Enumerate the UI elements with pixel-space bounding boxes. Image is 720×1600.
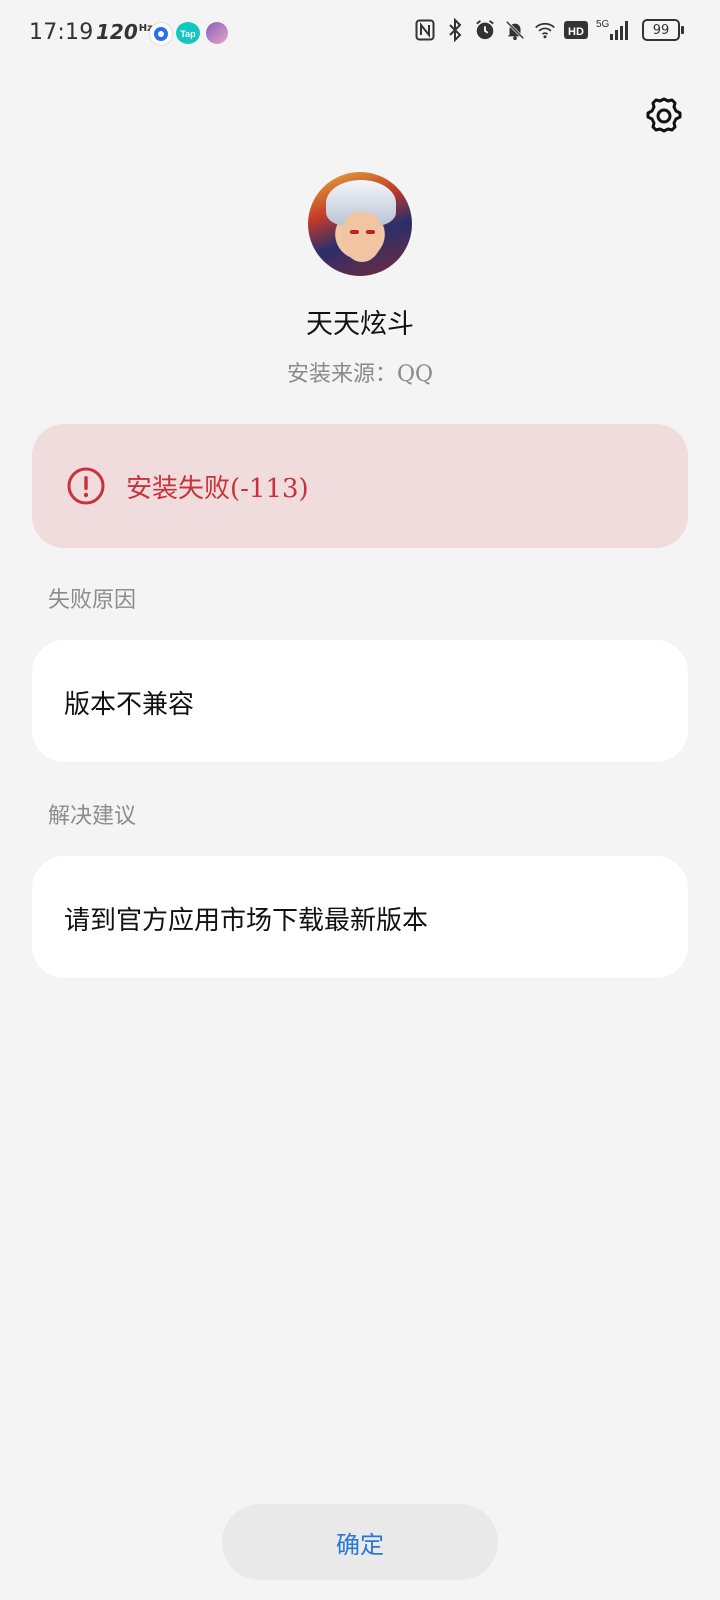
gear-icon[interactable] [644, 96, 684, 136]
status-icons: HD 5G 99 [414, 18, 684, 42]
reason-text: 版本不兼容 [64, 690, 195, 720]
signal-icon: 5G [596, 18, 630, 42]
install-source: 安装来源：QQ [286, 362, 434, 387]
refresh-rate: 120Hz [96, 20, 153, 44]
status-time: 17:19 [29, 20, 94, 45]
suggestion-card: 请到官方应用市场下载最新版本 [32, 856, 688, 978]
battery-level: 99 [652, 22, 670, 38]
app-icon [308, 172, 412, 276]
tap-app-icon: Tap [176, 22, 200, 44]
reason-label: 失败原因 [48, 588, 137, 613]
status-bar: 17:19 120Hz Tap HD 5G 99 [0, 0, 720, 66]
reason-card: 版本不兼容 [32, 640, 688, 762]
battery-icon: 99 [642, 19, 684, 41]
notification-app-icon [149, 22, 173, 46]
alarm-icon [474, 18, 496, 42]
app-name: 天天炫斗 [306, 309, 414, 340]
hd-icon: HD [564, 18, 588, 42]
game-app-icon [206, 22, 228, 44]
wifi-icon [534, 18, 556, 42]
bluetooth-icon [444, 18, 466, 42]
svg-text:HD: HD [568, 26, 584, 38]
suggestion-label: 解决建议 [48, 804, 137, 829]
install-error-card: 安装失败(-113) [32, 424, 688, 548]
nfc-icon [414, 18, 436, 42]
error-icon [66, 466, 106, 506]
mute-bell-icon [504, 18, 526, 42]
error-message: 安装失败(-113) [126, 474, 309, 504]
svg-text:Tap: Tap [180, 29, 196, 39]
suggestion-text: 请到官方应用市场下载最新版本 [64, 906, 429, 936]
svg-text:5G: 5G [596, 19, 610, 30]
confirm-button[interactable]: 确定 [222, 1504, 498, 1580]
